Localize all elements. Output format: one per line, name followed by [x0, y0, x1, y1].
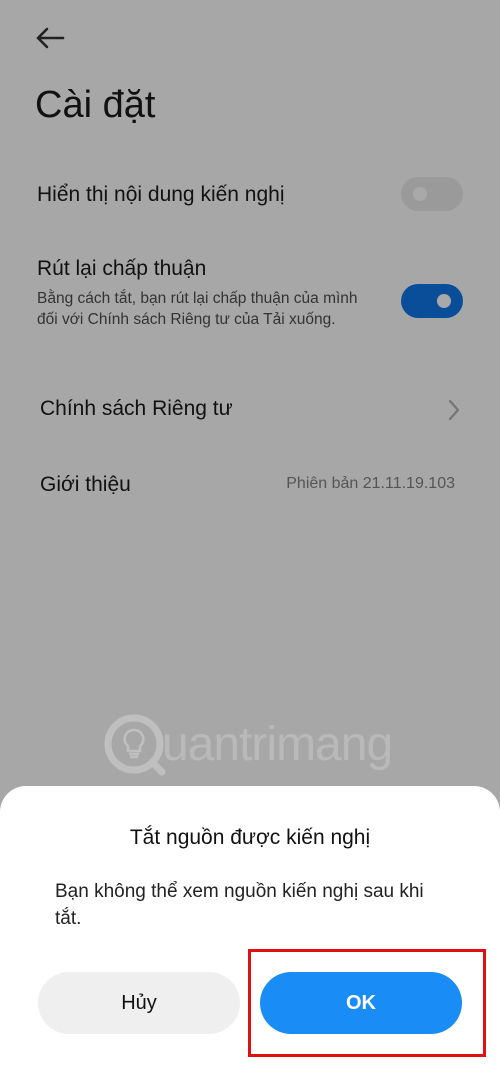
recommendations-label: Hiển thị nội dung kiến nghị: [37, 183, 285, 206]
toggle-knob: [437, 294, 451, 308]
privacy-policy-row[interactable]: Chính sách Riêng tư: [0, 380, 500, 438]
cancel-button[interactable]: Hủy: [38, 972, 240, 1034]
version-text: Phiên bản 21.11.19.103: [286, 475, 455, 492]
page-title: Cài đặt: [35, 84, 156, 126]
privacy-policy-label: Chính sách Riêng tư: [40, 397, 233, 420]
watermark-text: uantrimang: [162, 717, 393, 771]
withdraw-consent-toggle[interactable]: [401, 284, 463, 318]
lightbulb-logo-icon: [104, 714, 166, 776]
settings-screen: Cài đặt Hiển thị nội dung kiến nghị Rút …: [0, 0, 500, 1072]
back-button[interactable]: [30, 20, 70, 56]
toggle-knob: [413, 187, 427, 201]
about-row[interactable]: Giới thiệu Phiên bản 21.11.19.103: [0, 456, 500, 512]
highlight-box: [248, 949, 486, 1057]
withdraw-consent-label: Rút lại chấp thuận: [37, 257, 207, 280]
about-label: Giới thiệu: [40, 473, 131, 496]
arrow-left-icon: [36, 27, 65, 49]
dialog-message: Bạn không thể xem nguồn kiến nghị sau kh…: [55, 881, 424, 929]
dialog-title: Tắt nguồn được kiến nghị: [129, 826, 371, 849]
watermark: uantrimang: [102, 708, 393, 780]
recommendations-toggle[interactable]: [401, 177, 463, 211]
confirm-dialog: Tắt nguồn được kiến nghị Bạn không thể x…: [0, 786, 500, 1072]
chevron-right-icon: [448, 399, 460, 421]
withdraw-consent-description: Bằng cách tắt, bạn rút lại chấp thuận củ…: [37, 290, 358, 328]
